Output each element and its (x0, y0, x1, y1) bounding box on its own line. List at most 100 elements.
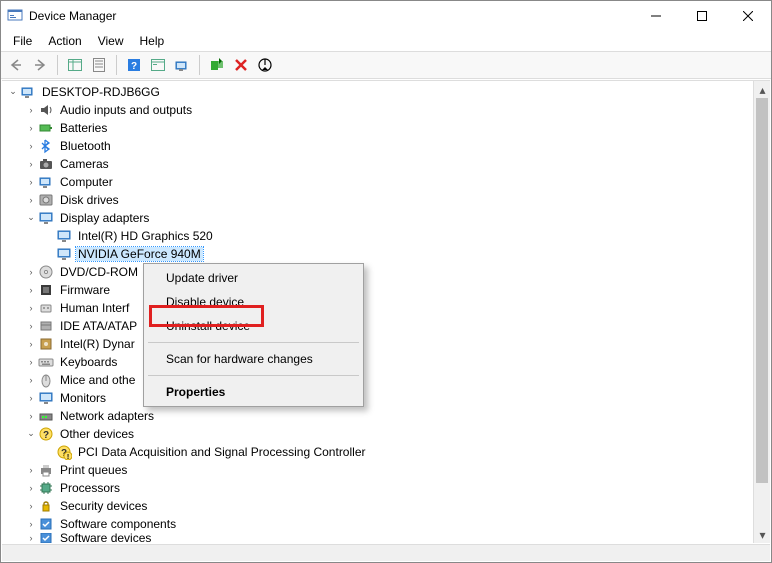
keyboard-icon (38, 354, 54, 370)
collapse-icon[interactable]: ⌄ (6, 84, 20, 98)
expand-icon[interactable]: › (24, 175, 38, 189)
expand-icon[interactable]: › (24, 319, 38, 333)
tree-category[interactable]: ›Processors (2, 479, 752, 497)
expand-icon[interactable]: › (24, 103, 38, 117)
expand-icon[interactable]: › (24, 139, 38, 153)
expand-icon[interactable]: › (24, 283, 38, 297)
tree-node-label: Other devices (58, 427, 136, 441)
tree-category[interactable]: ›Software devices (2, 533, 752, 543)
tree-category[interactable]: ›Audio inputs and outputs (2, 101, 752, 119)
monitor-icon (38, 390, 54, 406)
context-menu-item[interactable]: Disable device (146, 290, 361, 314)
menu-view[interactable]: View (90, 34, 132, 48)
menu-file[interactable]: File (5, 34, 40, 48)
menu-help[interactable]: Help (132, 34, 173, 48)
vertical-scrollbar[interactable]: ▴ ▾ (753, 81, 770, 543)
tree-node-label: Firmware (58, 283, 112, 297)
tree-category[interactable]: ›Security devices (2, 497, 752, 515)
collapse-icon[interactable]: ⌄ (24, 426, 38, 440)
scan-hardware-button[interactable] (171, 54, 193, 76)
tree-device[interactable]: ?!PCI Data Acquisition and Signal Proces… (2, 443, 752, 461)
show-hide-tree-button[interactable] (64, 54, 86, 76)
context-menu-item[interactable]: Scan for hardware changes (146, 347, 361, 371)
window-controls (633, 1, 771, 31)
toolbar-separator (116, 55, 117, 75)
device-tree[interactable]: ⌄ DESKTOP-RDJB6GG ›Audio inputs and output… (2, 81, 752, 543)
update-driver-button[interactable] (206, 54, 228, 76)
dvd-icon (38, 264, 54, 280)
tree-root[interactable]: ⌄ DESKTOP-RDJB6GG (2, 83, 752, 101)
scroll-thumb[interactable] (756, 98, 768, 483)
tree-category[interactable]: ›Keyboards (2, 353, 752, 371)
expand-icon[interactable]: › (24, 499, 38, 513)
horizontal-scrollbar[interactable] (2, 544, 770, 561)
action-button[interactable] (147, 54, 169, 76)
expand-icon[interactable]: › (24, 373, 38, 387)
tree-node-label: Print queues (58, 463, 129, 477)
tree-category[interactable]: ›Human Interf (2, 299, 752, 317)
expand-icon[interactable]: › (24, 517, 38, 531)
tree-category[interactable]: ›DVD/CD-ROM (2, 263, 752, 281)
context-menu-separator (148, 342, 359, 343)
tree-category[interactable]: › Bluetooth (2, 137, 752, 155)
tree-category[interactable]: › Print queues (2, 461, 752, 479)
tree-category[interactable]: ›Intel(R) Dynar (2, 335, 752, 353)
tree-category[interactable]: › IDE ATA/ATAP (2, 317, 752, 335)
tree-category[interactable]: ⌄?Other devices (2, 425, 752, 443)
expand-icon[interactable]: › (24, 157, 38, 171)
tree-device[interactable]: NVIDIA GeForce 940M (2, 245, 752, 263)
tree-category[interactable]: › Firmware (2, 281, 752, 299)
tree-category[interactable]: › Batteries (2, 119, 752, 137)
expand-icon[interactable]: › (24, 391, 38, 405)
expand-icon[interactable]: › (24, 193, 38, 207)
disable-button[interactable] (254, 54, 276, 76)
mouse-icon (38, 372, 54, 388)
uninstall-button[interactable] (230, 54, 252, 76)
scroll-down-button[interactable]: ▾ (754, 526, 770, 543)
battery-icon (38, 120, 54, 136)
expand-icon[interactable]: › (24, 337, 38, 351)
menu-action[interactable]: Action (40, 34, 89, 48)
tree-category[interactable]: ⌄Display adapters (2, 209, 752, 227)
scroll-track[interactable] (754, 98, 770, 526)
tree-category[interactable]: ›Software components (2, 515, 752, 533)
help-button[interactable]: ? (123, 54, 145, 76)
expand-icon[interactable]: › (24, 121, 38, 135)
context-menu-item[interactable]: Update driver (146, 266, 361, 290)
processor-icon (38, 480, 54, 496)
maximize-button[interactable] (679, 1, 725, 31)
expand-icon[interactable]: › (24, 355, 38, 369)
tree-node-label: Mice and othe (58, 373, 137, 387)
expand-icon[interactable]: › (24, 463, 38, 477)
collapse-icon[interactable]: ⌄ (24, 210, 38, 224)
expand-icon[interactable]: › (24, 409, 38, 423)
bluetooth-icon (38, 138, 54, 154)
minimize-button[interactable] (633, 1, 679, 31)
forward-button[interactable] (29, 54, 51, 76)
context-menu-item[interactable]: Uninstall device (146, 314, 361, 338)
expand-icon[interactable]: › (24, 265, 38, 279)
expand-icon[interactable]: › (24, 533, 38, 543)
tree-node-label: DESKTOP-RDJB6GG (40, 85, 162, 99)
tree-category[interactable]: ›Cameras (2, 155, 752, 173)
close-button[interactable] (725, 1, 771, 31)
context-menu-item[interactable]: Properties (146, 380, 361, 404)
tree-node-label: Batteries (58, 121, 109, 135)
tree-node-label: Bluetooth (58, 139, 113, 153)
tree-node-label: Monitors (58, 391, 108, 405)
tree-node-label: IDE ATA/ATAP (58, 319, 139, 333)
properties-button[interactable] (88, 54, 110, 76)
tree-device[interactable]: Intel(R) HD Graphics 520 (2, 227, 752, 245)
back-button[interactable] (5, 54, 27, 76)
scroll-up-button[interactable]: ▴ (754, 81, 770, 98)
tree-category[interactable]: ›Disk drives (2, 191, 752, 209)
tree-category[interactable]: › Monitors (2, 389, 752, 407)
tree-category[interactable]: › Mice and othe (2, 371, 752, 389)
print-icon (38, 462, 54, 478)
expand-icon[interactable]: › (24, 301, 38, 315)
tree-category[interactable]: ›Network adapters (2, 407, 752, 425)
camera-icon (38, 156, 54, 172)
software-icon (38, 533, 54, 543)
tree-category[interactable]: ›Computer (2, 173, 752, 191)
expand-icon[interactable]: › (24, 481, 38, 495)
